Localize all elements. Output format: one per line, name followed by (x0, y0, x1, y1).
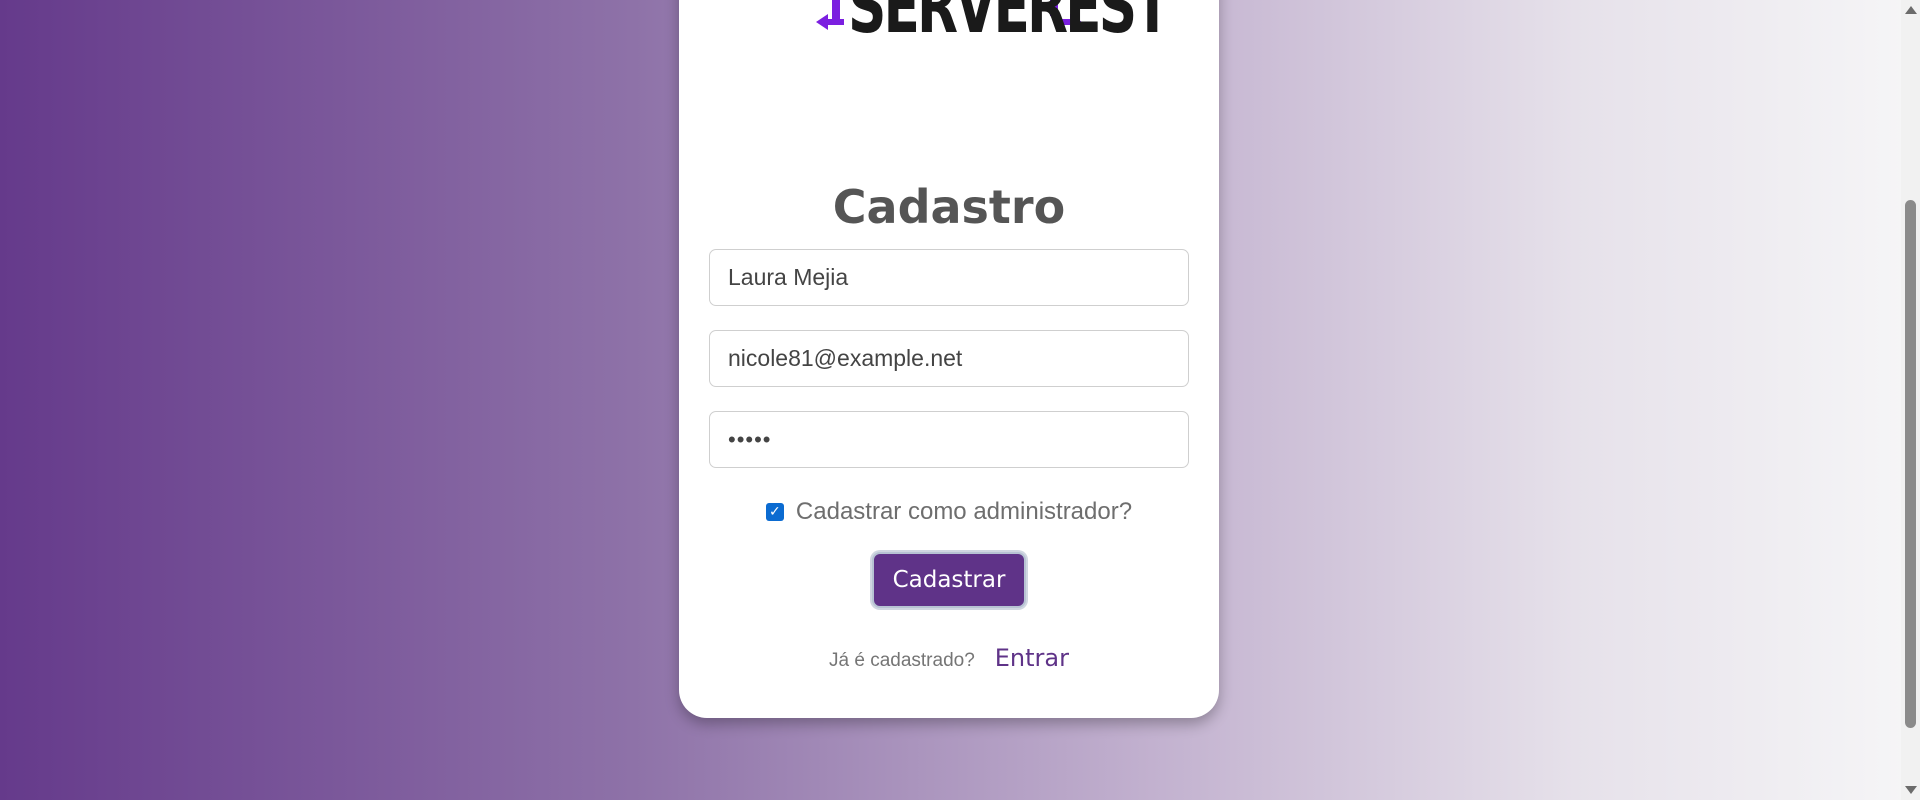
serverest-logo: SERVEREST (814, 0, 1171, 50)
email-field[interactable]: nicole81@example.net (709, 330, 1189, 387)
register-button[interactable]: Cadastrar (872, 552, 1026, 608)
login-link[interactable]: Entrar (995, 644, 1069, 672)
scroll-up-arrow-icon[interactable] (1905, 6, 1917, 14)
password-field[interactable]: ••••• (709, 411, 1189, 468)
admin-checkbox-label[interactable]: Cadastrar como administrador? (796, 498, 1132, 526)
login-row: Já é cadastrado? Entrar (679, 644, 1219, 672)
login-prompt: Já é cadastrado? (829, 650, 975, 671)
scroll-thumb[interactable] (1905, 200, 1916, 728)
scroll-down-arrow-icon[interactable] (1905, 786, 1917, 794)
admin-checkbox[interactable]: ✓ (765, 503, 784, 521)
logo-text: SERVEREST (848, 0, 1171, 50)
page-title: Cadastro (832, 180, 1066, 234)
register-card: SERVEREST Cadastro Laura Mejia nicole81@… (679, 0, 1219, 718)
admin-checkbox-row: ✓ Cadastrar como administrador? (679, 498, 1219, 526)
page-scrollbar[interactable] (1901, 0, 1920, 800)
name-field[interactable]: Laura Mejia (709, 249, 1189, 306)
